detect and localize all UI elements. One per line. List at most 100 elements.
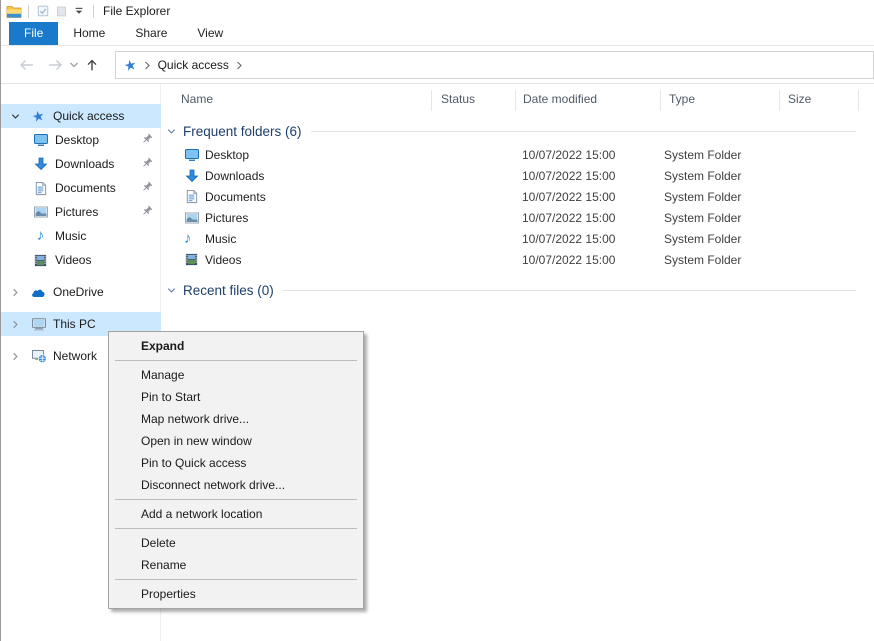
- this-pc-icon: [30, 316, 47, 332]
- file-row-downloads[interactable]: Downloads 10/07/2022 15:00 System Folder: [161, 166, 874, 187]
- sidebar-item-desktop[interactable]: Desktop: [1, 128, 161, 152]
- sidebar-item-onedrive[interactable]: OneDrive: [1, 280, 161, 304]
- file-name: Music: [205, 232, 236, 246]
- menu-item-properties[interactable]: Properties: [109, 583, 363, 605]
- column-header-date-modified[interactable]: Date modified: [523, 92, 597, 106]
- sidebar-item-videos[interactable]: Videos: [1, 248, 161, 272]
- file-type: System Folder: [664, 232, 741, 246]
- file-row-videos[interactable]: Videos 10/07/2022 15:00 System Folder: [161, 250, 874, 271]
- file-row-music[interactable]: ♪ Music 10/07/2022 15:00 System Folder: [161, 229, 874, 250]
- separator: [93, 5, 94, 18]
- file-row-desktop[interactable]: Desktop 10/07/2022 15:00 System Folder: [161, 145, 874, 166]
- column-header-size[interactable]: Size: [788, 92, 811, 106]
- menu-item-open-in-new-window[interactable]: Open in new window: [109, 430, 363, 452]
- file-date-modified: 10/07/2022 15:00: [522, 190, 615, 204]
- column-headers: Name Status Date modified Type Size: [161, 88, 874, 112]
- ribbon-tabs: File Home Share View: [1, 22, 874, 46]
- breadcrumb-segment[interactable]: Quick access: [158, 58, 229, 72]
- file-rows: Desktop 10/07/2022 15:00 System Folder D…: [161, 145, 874, 271]
- sidebar-item-pictures[interactable]: Pictures: [1, 200, 161, 224]
- pin-icon[interactable]: [140, 132, 154, 146]
- menu-item-manage[interactable]: Manage: [109, 364, 363, 386]
- downloads-icon: [32, 156, 49, 172]
- file-date-modified: 10/07/2022 15:00: [522, 211, 615, 225]
- sidebar-item-label: Videos: [55, 253, 91, 267]
- menu-item-pin-to-quick-access[interactable]: Pin to Quick access: [109, 452, 363, 474]
- tab-home[interactable]: Home: [58, 22, 120, 45]
- explorer-folder-icon: [5, 2, 23, 20]
- sidebar-item-label: Quick access: [53, 109, 124, 123]
- sidebar-item-label: This PC: [53, 317, 96, 331]
- chevron-down-icon[interactable]: [8, 111, 22, 122]
- sidebar-item-music[interactable]: ♪ Music: [1, 224, 161, 248]
- menu-separator: [115, 579, 357, 580]
- documents-icon: [32, 181, 49, 196]
- tab-view[interactable]: View: [182, 22, 238, 45]
- column-separator[interactable]: [858, 90, 859, 111]
- chevron-down-icon[interactable]: [166, 126, 178, 137]
- address-bar[interactable]: ★ Quick access: [115, 51, 874, 79]
- pin-icon[interactable]: [140, 180, 154, 194]
- chevron-right-icon[interactable]: [8, 351, 22, 362]
- breadcrumb-chevron-icon[interactable]: [236, 61, 243, 70]
- column-separator[interactable]: [660, 90, 661, 111]
- file-explorer-window: File Explorer File Home Share View: [0, 0, 874, 641]
- group-header-frequent-folders[interactable]: Frequent folders (6): [161, 121, 874, 141]
- menu-separator: [115, 528, 357, 529]
- videos-icon: [184, 252, 200, 268]
- customize-qat-chevron-icon[interactable]: [70, 2, 88, 20]
- column-separator[interactable]: [515, 90, 516, 111]
- column-separator[interactable]: [431, 90, 432, 111]
- chevron-down-icon[interactable]: [166, 285, 178, 296]
- menu-item-map-network-drive[interactable]: Map network drive...: [109, 408, 363, 430]
- sidebar-item-label: Pictures: [55, 205, 98, 219]
- chevron-right-icon[interactable]: [8, 319, 22, 330]
- network-icon: [30, 348, 47, 364]
- context-menu: Expand Manage Pin to Start Map network d…: [108, 331, 364, 609]
- title-bar: File Explorer: [1, 0, 874, 22]
- column-separator[interactable]: [779, 90, 780, 111]
- column-header-type[interactable]: Type: [669, 92, 695, 106]
- menu-item-delete[interactable]: Delete: [109, 532, 363, 554]
- tab-share[interactable]: Share: [120, 22, 182, 45]
- file-name: Videos: [205, 253, 241, 267]
- chevron-right-icon[interactable]: [8, 287, 22, 298]
- file-type: System Folder: [664, 169, 741, 183]
- menu-item-rename[interactable]: Rename: [109, 554, 363, 576]
- file-name: Downloads: [205, 169, 264, 183]
- group-header-recent-files[interactable]: Recent files (0): [161, 280, 874, 300]
- pin-icon[interactable]: [140, 156, 154, 170]
- desktop-icon: [32, 132, 49, 148]
- column-header-name[interactable]: Name: [181, 92, 213, 106]
- group-divider: [283, 290, 856, 291]
- pin-icon[interactable]: [140, 204, 154, 218]
- videos-icon: [32, 253, 49, 268]
- up-arrow-icon[interactable]: [81, 54, 103, 76]
- file-row-documents[interactable]: Documents 10/07/2022 15:00 System Folder: [161, 187, 874, 208]
- file-name: Desktop: [205, 148, 249, 162]
- onedrive-cloud-icon: [30, 286, 47, 298]
- back-arrow-icon[interactable]: [15, 54, 37, 76]
- file-row-pictures[interactable]: Pictures 10/07/2022 15:00 System Folder: [161, 208, 874, 229]
- sidebar-item-documents[interactable]: Documents: [1, 176, 161, 200]
- breadcrumb-chevron-icon[interactable]: [144, 61, 151, 70]
- menu-item-pin-to-start[interactable]: Pin to Start: [109, 386, 363, 408]
- forward-arrow-icon[interactable]: [45, 54, 67, 76]
- menu-separator: [115, 499, 357, 500]
- separator: [28, 5, 29, 18]
- quick-access-star-icon: ★: [30, 108, 47, 125]
- recent-locations-chevron-icon[interactable]: [67, 54, 81, 76]
- properties-check-icon[interactable]: [34, 2, 52, 20]
- column-header-status[interactable]: Status: [441, 92, 475, 106]
- tab-file[interactable]: File: [9, 22, 58, 45]
- menu-item-expand[interactable]: Expand: [109, 335, 363, 357]
- group-label: Recent files (0): [183, 283, 274, 298]
- sidebar-item-quick-access[interactable]: ★ Quick access: [1, 104, 161, 128]
- blank-sheet-icon[interactable]: [52, 2, 70, 20]
- menu-item-disconnect-network-drive[interactable]: Disconnect network drive...: [109, 474, 363, 496]
- file-type: System Folder: [664, 148, 741, 162]
- menu-item-add-a-network-location[interactable]: Add a network location: [109, 503, 363, 525]
- file-name: Pictures: [205, 211, 248, 225]
- file-date-modified: 10/07/2022 15:00: [522, 253, 615, 267]
- sidebar-item-downloads[interactable]: Downloads: [1, 152, 161, 176]
